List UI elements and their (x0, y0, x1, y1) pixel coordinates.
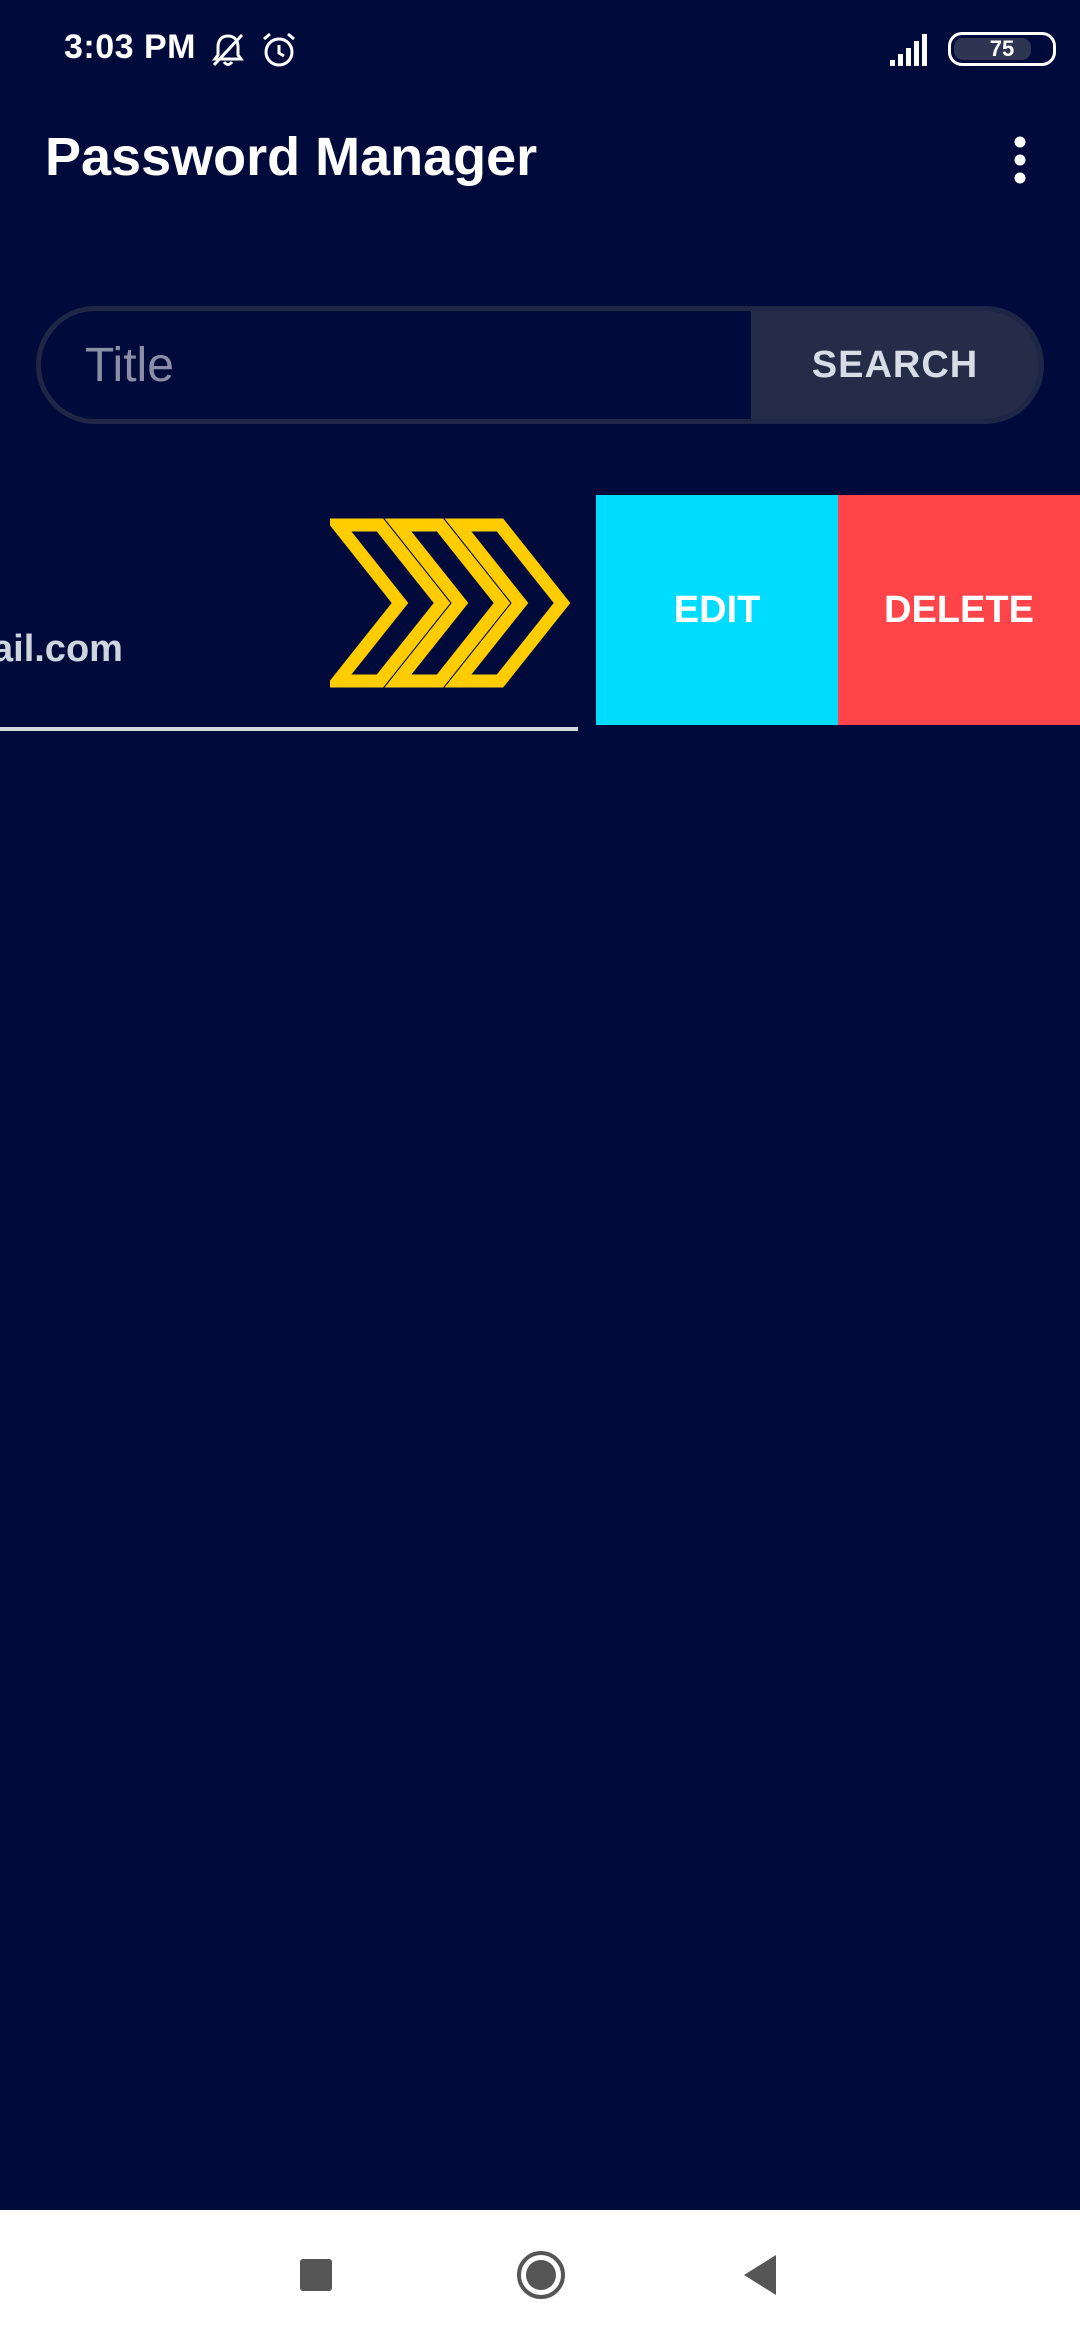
list-item[interactable]: ail.com EDIT DELETE (0, 495, 1080, 735)
item-subtitle-text: ail.com (0, 628, 123, 670)
triple-chevron-right-icon (330, 518, 571, 688)
status-bar: 3:03 PM 75 (0, 0, 1080, 100)
battery-level: 75 (989, 36, 1015, 61)
more-vert-icon[interactable] (1000, 130, 1040, 190)
delete-button[interactable]: DELETE (838, 495, 1080, 725)
search-input[interactable] (41, 311, 751, 419)
item-subtitle: ail.com (0, 628, 292, 671)
page-title: Password Manager (45, 127, 538, 187)
navigation-bar (0, 2210, 1080, 2340)
battery-icon: 75 (948, 32, 1056, 66)
status-time: 3:03 PM (64, 28, 196, 66)
search-button[interactable]: SEARCH (751, 311, 1039, 419)
signal-icon (890, 34, 927, 66)
back-icon[interactable] (740, 2253, 780, 2297)
home-icon[interactable] (515, 2249, 567, 2301)
search-bar: SEARCH (36, 306, 1044, 424)
alarm-clock-icon (263, 32, 295, 67)
recents-icon[interactable] (300, 2259, 332, 2291)
screen: 3:03 PM 75 Password Manager Title SEARCH… (0, 0, 1080, 2340)
muted-bell-icon (212, 33, 244, 67)
edit-button[interactable]: EDIT (596, 495, 838, 725)
item-divider (0, 727, 578, 731)
